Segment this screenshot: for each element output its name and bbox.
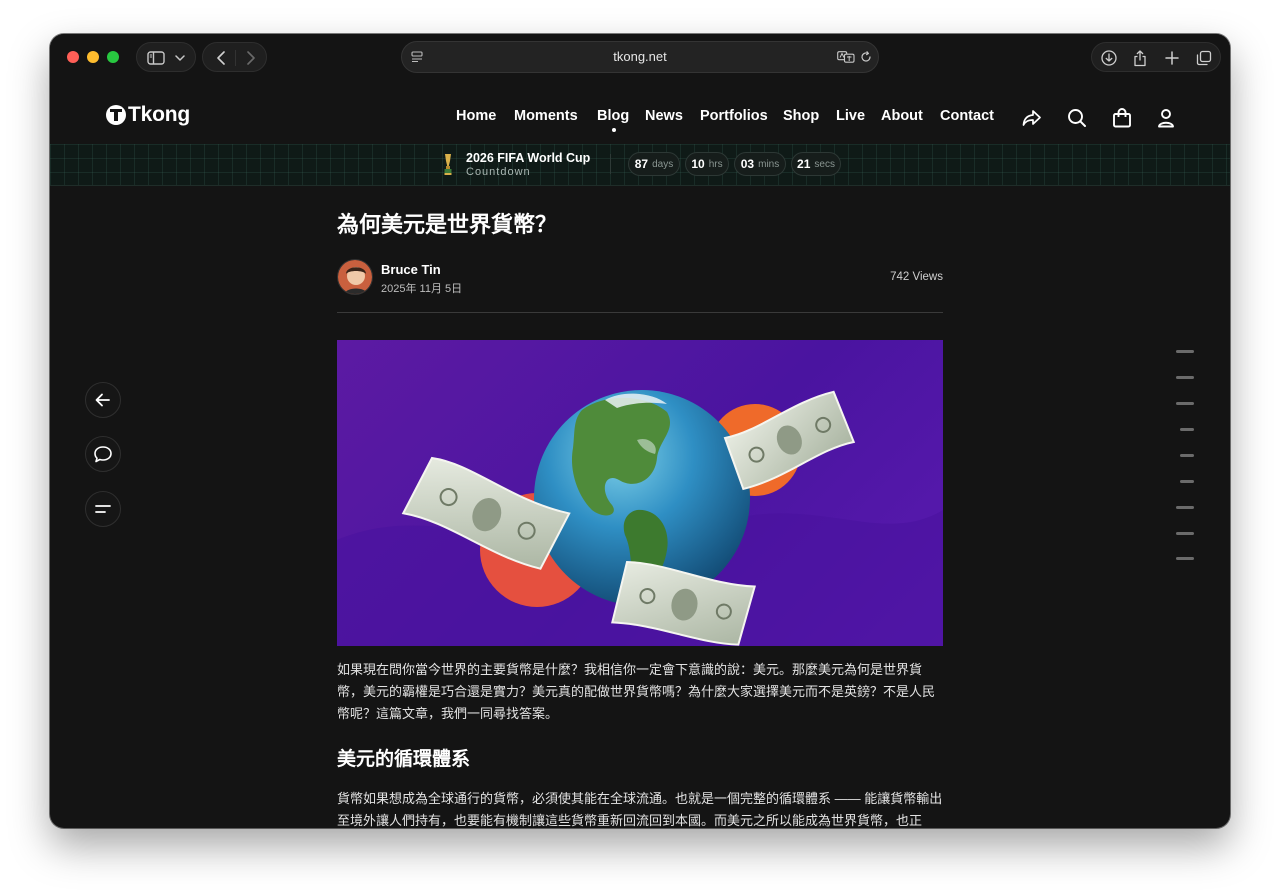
close-window-button[interactable] xyxy=(67,51,79,63)
logo-text: Tkong xyxy=(128,103,190,126)
address-bar[interactable]: tkong.net xyxy=(401,41,879,73)
sidebar-icon[interactable] xyxy=(145,43,167,73)
sidebar-toggle-group xyxy=(136,42,196,72)
countdown-seconds-value: 21 xyxy=(797,157,811,171)
download-icon[interactable] xyxy=(1097,43,1121,73)
site-logo[interactable]: Tkong xyxy=(106,102,190,128)
shopping-bag-icon[interactable] xyxy=(1110,106,1134,130)
user-icon[interactable] xyxy=(1154,106,1178,130)
banner-divider xyxy=(610,154,611,174)
new-tab-icon[interactable] xyxy=(1160,43,1184,73)
countdown-minutes-value: 03 xyxy=(740,157,755,171)
nav-item-blog[interactable]: Blog xyxy=(597,108,629,124)
view-count: 742 Views xyxy=(890,271,943,283)
zoom-window-button[interactable] xyxy=(107,51,119,63)
search-icon[interactable] xyxy=(1065,106,1089,130)
nav-item-portfolios[interactable]: Portfolios xyxy=(700,108,768,124)
toc-indicator[interactable] xyxy=(1176,506,1194,509)
countdown-days-unit: days xyxy=(652,158,674,170)
intro-paragraph: 如果現在問你當今世界的主要貨幣是什麼？我相信你一定會下意識的說：美元。那麼美元為… xyxy=(337,662,936,721)
author-avatar[interactable] xyxy=(337,259,373,295)
browser-toolbar: tkong.net xyxy=(50,34,1230,80)
chevron-down-icon[interactable] xyxy=(171,43,189,73)
nav-item-news[interactable]: News xyxy=(645,108,683,124)
comments-button[interactable] xyxy=(85,436,121,472)
translate-icon[interactable] xyxy=(836,42,856,72)
author-name[interactable]: Bruce Tin xyxy=(381,262,441,277)
toc-indicator[interactable] xyxy=(1180,454,1194,457)
section-paragraph: 貨幣如果想成為全球通行的貨幣，必須使其能在全球流通。也就是一個完整的循環體系 —… xyxy=(337,791,943,828)
arrow-left-icon xyxy=(95,393,110,407)
banner-subtitle: Countdown xyxy=(466,166,531,178)
toc-indicator[interactable] xyxy=(1176,350,1194,353)
countdown-seconds-unit: secs xyxy=(814,158,835,170)
nav-divider xyxy=(235,50,236,66)
meta-divider xyxy=(337,312,943,313)
countdown-hours-value: 10 xyxy=(691,157,705,171)
comment-icon xyxy=(94,446,112,463)
toc-indicator[interactable] xyxy=(1176,532,1194,535)
countdown-minutes: 03 mins xyxy=(734,152,786,176)
url-text: tkong.net xyxy=(613,49,667,64)
toc-indicator[interactable] xyxy=(1176,557,1194,560)
article-title: 為何美元是世界貨幣？ xyxy=(337,212,558,237)
banner-title: 2026 FIFA World Cup xyxy=(466,151,591,165)
toc-indicator[interactable] xyxy=(1176,376,1194,379)
publish-date: 2025年 11月 5日 xyxy=(381,283,463,295)
nav-item-about[interactable]: About xyxy=(881,108,923,124)
nav-item-shop[interactable]: Shop xyxy=(783,108,819,124)
history-nav-group xyxy=(202,42,267,72)
logo-icon xyxy=(106,105,126,125)
countdown-days-value: 87 xyxy=(634,157,649,171)
reload-icon[interactable] xyxy=(858,42,874,72)
trophy-icon xyxy=(444,154,452,175)
countdown-minutes-unit: mins xyxy=(758,158,780,170)
toc-icon xyxy=(95,505,111,513)
toc-indicator[interactable] xyxy=(1180,428,1194,431)
countdown-hours: 10 hrs xyxy=(685,152,729,176)
back-button[interactable] xyxy=(85,382,121,418)
table-of-contents-button[interactable] xyxy=(85,491,121,527)
site-header: Tkong Home Moments Blog News Portfolios … xyxy=(50,80,1230,144)
nav-item-home[interactable]: Home xyxy=(456,108,496,124)
nav-item-live[interactable]: Live xyxy=(836,108,865,124)
chevron-left-icon[interactable] xyxy=(209,43,233,73)
countdown-hours-unit: hrs xyxy=(708,158,723,170)
nav-item-moments[interactable]: Moments xyxy=(514,108,578,124)
toc-indicator[interactable] xyxy=(1180,480,1194,483)
hero-image xyxy=(337,340,943,646)
nav-item-contact[interactable]: Contact xyxy=(940,108,994,124)
browser-window: tkong.net Tkong Home Moments Blog News P… xyxy=(50,34,1230,828)
toc-indicator[interactable] xyxy=(1176,402,1194,405)
countdown-seconds: 21 secs xyxy=(791,152,841,176)
share-icon[interactable] xyxy=(1020,106,1044,130)
chevron-right-icon[interactable] xyxy=(239,43,263,73)
share-sheet-icon[interactable] xyxy=(1128,43,1152,73)
toolbar-actions-group xyxy=(1091,42,1221,72)
countdown-days: 87 days xyxy=(628,152,680,176)
section-heading: 美元的循環體系 xyxy=(337,749,471,770)
countdown-banner[interactable]: 2026 FIFA World Cup Countdown 87 days 10… xyxy=(50,144,1230,186)
tab-overview-icon[interactable] xyxy=(1192,43,1216,73)
minimize-window-button[interactable] xyxy=(87,51,99,63)
active-nav-indicator xyxy=(612,128,616,132)
